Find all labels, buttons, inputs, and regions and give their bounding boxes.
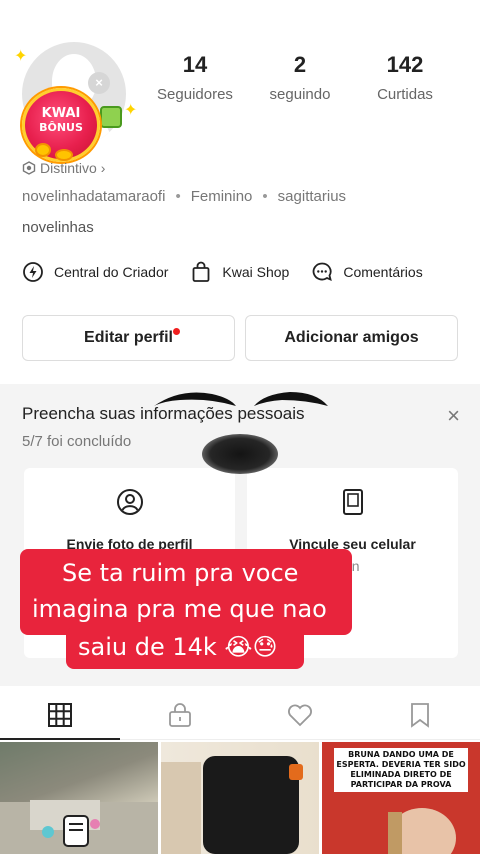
edit-profile-button[interactable]: Editar perfil [22, 315, 235, 361]
tab-liked[interactable] [240, 700, 360, 730]
grid-icon [48, 703, 72, 727]
lightning-icon [23, 262, 43, 282]
edit-profile-label: Editar perfil [84, 329, 173, 346]
following-count: 2 [293, 52, 307, 77]
top-header [0, 0, 480, 30]
gender: Feminino [190, 188, 253, 205]
eyelash-overlay [254, 392, 328, 406]
tool-comments[interactable]: Comentários [311, 258, 423, 286]
profile-bio: novelinhas [22, 219, 94, 236]
mouth-overlay [202, 434, 278, 474]
add-friends-button[interactable]: Adicionar amigos [245, 315, 458, 361]
kwai-badge-line1: KWAI [41, 106, 81, 121]
following-label: seguindo [269, 86, 331, 103]
bookmark-icon [411, 703, 429, 728]
notification-dot [173, 328, 180, 335]
comment-icon [312, 262, 333, 282]
profile-stats: 14 Seguidores 2 seguindo 142 Curtidas [140, 52, 480, 112]
tool-label: Comentários [343, 264, 423, 280]
separator-dot: • [262, 188, 268, 205]
followers-count: 14 [182, 52, 208, 77]
likes-count: 142 [386, 52, 424, 77]
badge-link-label: Distintivo [40, 160, 97, 176]
profile-meta: novelinhadatamaraofi • Feminino • sagitt… [22, 188, 346, 205]
complete-profile-progress: 5/7 foi concluído [22, 433, 132, 450]
profile-tabs [0, 690, 480, 740]
room-photo [0, 800, 158, 854]
person-photo [388, 808, 456, 854]
sparkle-icon: ✦ [14, 48, 28, 65]
kwai-badge-line2: BÔNUS [39, 121, 83, 134]
username: novelinhadatamaraofi [22, 188, 166, 205]
tool-label: Central do Criador [54, 264, 169, 280]
add-friends-label: Adicionar amigos [284, 329, 419, 346]
tool-label: Kwai Shop [222, 264, 290, 280]
heart-icon [288, 704, 312, 727]
kwai-bonus-badge[interactable]: KWAI BÔNUS [22, 88, 100, 162]
tab-posts[interactable] [0, 700, 120, 730]
separator-dot: • [175, 188, 181, 205]
post-thumbnail[interactable] [161, 742, 319, 854]
active-tab-indicator [0, 738, 120, 740]
followers-stat[interactable]: 14 Seguidores [140, 52, 250, 103]
tool-kwai-shop[interactable]: Kwai Shop [190, 258, 289, 286]
lock-icon [169, 703, 191, 727]
creator-tools: Central do Criador Kwai Shop Comentários [22, 258, 480, 286]
badge-link[interactable]: Distintivo › [22, 160, 105, 176]
likes-stat[interactable]: 142 Curtidas [350, 52, 460, 103]
badge-icon [22, 161, 36, 175]
close-icon[interactable]: × [447, 405, 460, 427]
chevron-right-icon: › [100, 160, 106, 176]
post-thumbnail[interactable]: BRUNA DANDO UMA DE ESPERTA. DEVERIA TER … [322, 742, 480, 854]
zodiac-sign: sagittarius [277, 188, 347, 205]
eyelash-overlay [154, 392, 236, 406]
user-circle-icon [116, 489, 143, 515]
likes-label: Curtidas [377, 86, 433, 103]
following-stat[interactable]: 2 seguindo [245, 52, 355, 103]
tool-creator-center[interactable]: Central do Criador [22, 258, 168, 286]
coin-icon [35, 143, 51, 157]
tab-private[interactable] [120, 700, 240, 730]
speaker-photo [161, 756, 303, 854]
posts-grid: BRUNA DANDO UMA DE ESPERTA. DEVERIA TER … [0, 742, 480, 854]
post-thumbnail[interactable] [0, 742, 158, 854]
phone-icon [342, 489, 363, 515]
avatar[interactable]: × ✦ ✦ KWAI BÔNUS [14, 36, 138, 166]
caption-line-1: Se ta ruim pra voce [62, 559, 299, 587]
followers-label: Seguidores [157, 86, 233, 103]
sparkle-icon: ✦ [124, 102, 138, 119]
tab-saved[interactable] [360, 700, 480, 730]
avatar-close-icon[interactable]: × [88, 72, 110, 94]
gift-icon [100, 106, 122, 128]
caption-line-3: saiu de 14k 😭😓 [78, 633, 278, 661]
caption-line-2: imagina pra me que nao [32, 595, 327, 623]
shopping-bag-icon [192, 261, 210, 282]
